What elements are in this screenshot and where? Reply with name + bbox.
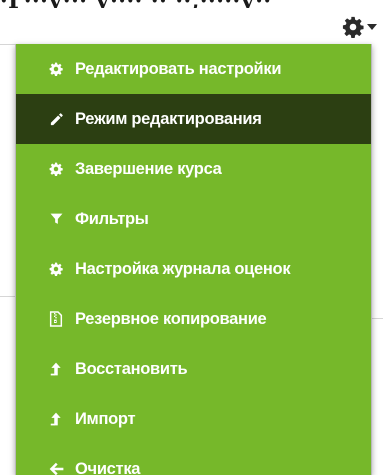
caret-down-icon: [367, 24, 377, 30]
menu-item-label: Импорт: [75, 409, 136, 428]
menu-item-backup[interactable]: Резервное копирование: [16, 294, 371, 344]
menu-item-import[interactable]: Импорт: [16, 394, 371, 444]
menu-item-label: Восстановить: [75, 359, 188, 378]
pencil-icon: [48, 111, 64, 127]
menu-item-label: Очистка: [75, 459, 141, 475]
background-divider: [0, 296, 15, 297]
course-settings-menu-toggle[interactable]: [329, 14, 377, 40]
menu-item-label: Настройка журнала оценок: [75, 259, 291, 278]
upload-icon: [48, 411, 64, 427]
menu-item-reset[interactable]: Очистка: [16, 444, 371, 475]
menu-item-label: Режим редактирования: [75, 109, 262, 128]
gear-icon: [48, 261, 64, 277]
file-archive-icon: [48, 311, 64, 327]
menu-item-label: Резервное копирование: [75, 309, 267, 328]
upload-icon: [48, 361, 64, 377]
menu-item-label: Фильтры: [75, 209, 149, 228]
menu-item-restore[interactable]: Восстановить: [16, 344, 371, 394]
page: ·Ѓ···у··· у···· ·· ··,·····у·· Редактиро…: [0, 0, 383, 475]
gear-icon: [48, 161, 64, 177]
gear-icon: [48, 61, 64, 77]
menu-item-course-completion[interactable]: Завершение курса: [16, 144, 371, 194]
menu-item-label: Завершение курса: [75, 159, 222, 178]
arrow-left-icon: [48, 461, 64, 475]
menu-item-edit-mode[interactable]: Режим редактирования: [16, 94, 371, 144]
menu-item-edit-settings[interactable]: Редактировать настройки: [16, 44, 371, 94]
filter-icon: [48, 211, 64, 227]
background-text-fragment: ·Ѓ···у··· у···· ·· ··,·····у··: [0, 0, 383, 8]
background-divider: [372, 318, 383, 319]
gear-icon: [342, 16, 364, 38]
menu-item-filters[interactable]: Фильтры: [16, 194, 371, 244]
course-settings-dropdown-menu: Редактировать настройки Режим редактиров…: [15, 44, 372, 475]
menu-item-label: Редактировать настройки: [75, 59, 282, 78]
menu-item-gradebook-setup[interactable]: Настройка журнала оценок: [16, 244, 371, 294]
background-divider: [0, 44, 15, 45]
